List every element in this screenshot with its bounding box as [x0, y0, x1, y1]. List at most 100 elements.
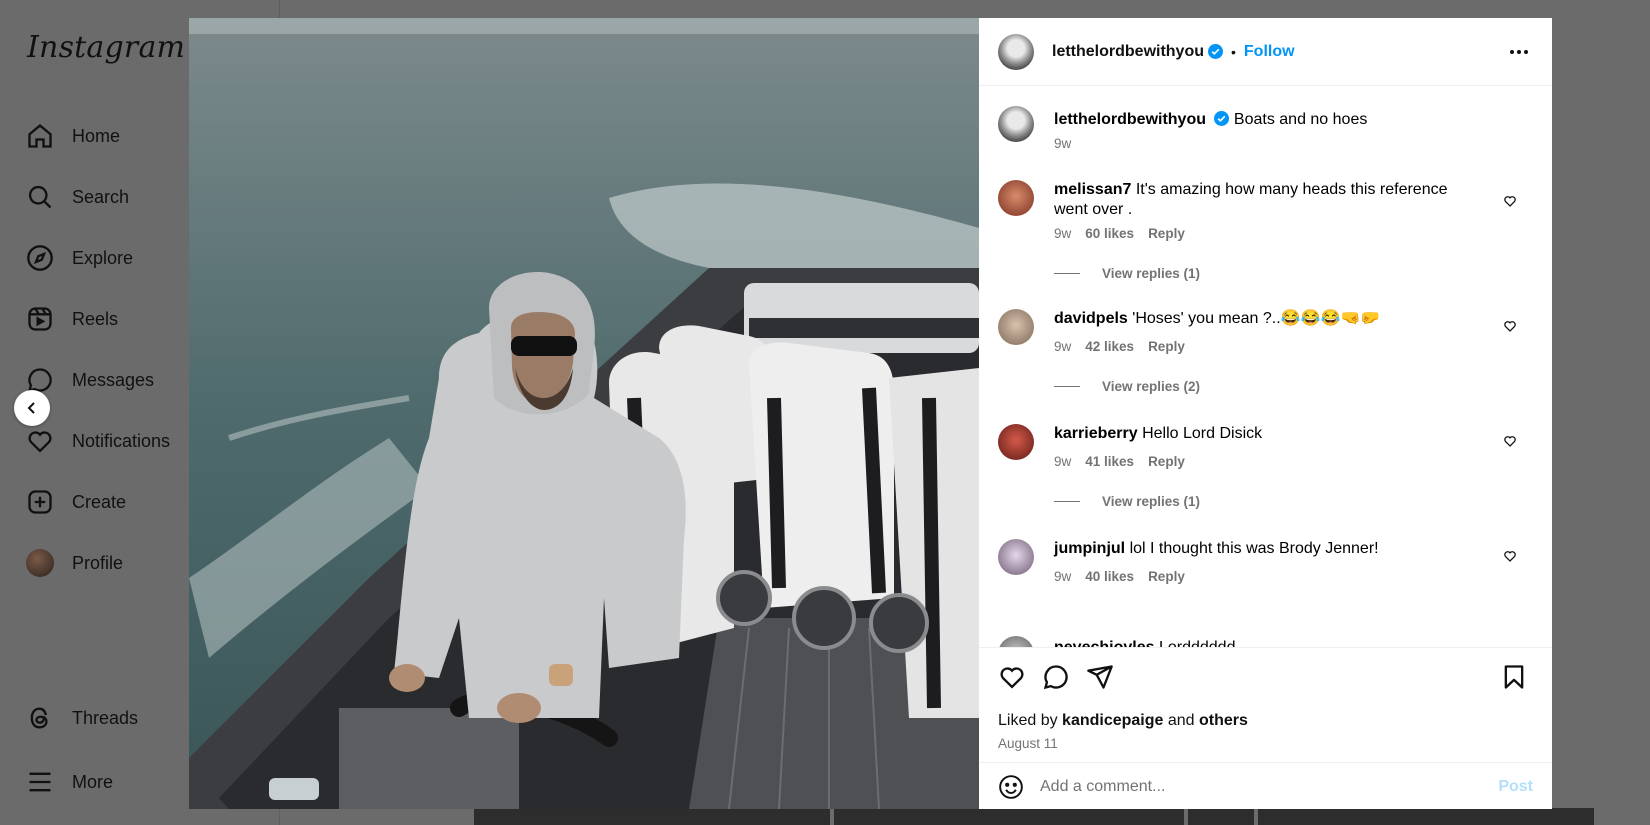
more-options-icon[interactable] [1508, 42, 1530, 62]
threads-icon [30, 707, 48, 729]
view-replies-button[interactable]: View replies (1) [1054, 494, 1200, 509]
nav-messages-label: Messages [72, 369, 155, 390]
nav-threads[interactable]: Threads [26, 698, 138, 738]
background-feed-strip [474, 808, 1594, 825]
replies-line [1054, 386, 1080, 387]
post-comment-button[interactable]: Post [1498, 778, 1533, 796]
comment-avatar[interactable] [998, 424, 1034, 460]
caption-text-row: letthelordbewithyou Boats and no hoes [1054, 110, 1484, 130]
post-photo[interactable] [189, 18, 979, 809]
replies-line [1054, 273, 1080, 274]
comment-username[interactable]: melissan7 [1054, 181, 1131, 198]
verified-badge-icon [1214, 111, 1230, 126]
view-replies-label: View replies (1) [1102, 494, 1201, 509]
nav-create[interactable]: Create [26, 482, 126, 522]
previous-post-button[interactable] [14, 390, 50, 426]
comment-text: 'Hoses' you mean ?..😂😂😂🤜🤛 [1132, 310, 1381, 327]
comment-text-row: karrieberry Hello Lord Disick [1054, 424, 1484, 444]
reply-button[interactable]: Reply [1148, 226, 1185, 241]
comment-username[interactable]: davidpels [1054, 310, 1128, 327]
comment-time[interactable]: 9w [1054, 569, 1071, 584]
nav-search[interactable]: Search [26, 177, 129, 217]
view-replies-button[interactable]: View replies (2) [1054, 379, 1200, 394]
comment-username[interactable]: nevechiovles [1054, 639, 1155, 647]
liked-by-summary: Liked by kandicepaige and others [998, 712, 1248, 730]
home-icon [28, 123, 52, 148]
nav-home[interactable]: Home [26, 116, 120, 156]
comment-meta: 9w 41 likes Reply [1054, 454, 1185, 469]
comment-username[interactable]: karrieberry [1054, 425, 1138, 442]
comment-time[interactable]: 9w [1054, 454, 1071, 469]
nav-notifications[interactable]: Notifications [26, 421, 170, 461]
menu-icon [29, 772, 51, 792]
add-comment-input[interactable] [1040, 777, 1470, 796]
like-comment-icon[interactable] [1503, 434, 1517, 448]
comment-avatar[interactable] [998, 539, 1034, 575]
nav-explore-label: Explore [72, 247, 134, 268]
liked-by-others[interactable]: others [1199, 712, 1248, 729]
author-avatar[interactable] [998, 33, 1034, 70]
profile-avatar [26, 549, 54, 577]
separator-dot: • [1231, 43, 1236, 60]
comment-likes[interactable]: 41 likes [1085, 454, 1134, 469]
nav-search-label: Search [72, 186, 130, 207]
liked-by-connector: and [1167, 712, 1195, 729]
comment-time[interactable]: 9w [1054, 339, 1071, 354]
nav-messages[interactable]: Messages [26, 360, 154, 400]
caption-meta: 9w [1054, 136, 1071, 151]
nav-threads-label: Threads [72, 707, 139, 728]
emoji-icon[interactable] [998, 774, 1024, 800]
comment-meta: 9w 42 likes Reply [1054, 339, 1185, 354]
comment-text: Hello Lord Disick [1142, 425, 1263, 442]
nav-more[interactable]: More [26, 762, 113, 802]
comment-likes[interactable]: 40 likes [1085, 569, 1134, 584]
comment-text-row: nevechiovles Lordddddd [1054, 638, 1484, 647]
post-date[interactable]: August 11 [998, 736, 1058, 751]
like-comment-icon[interactable] [1503, 194, 1517, 208]
reels-icon [28, 307, 52, 331]
comments-list[interactable]: letthelordbewithyou Boats and no hoes 9w… [979, 86, 1552, 647]
view-replies-label: View replies (2) [1102, 379, 1201, 394]
like-icon[interactable] [998, 663, 1026, 691]
plus-square-icon [28, 490, 52, 514]
caption-time[interactable]: 9w [1054, 136, 1071, 151]
comment-icon[interactable] [1042, 663, 1070, 691]
comment-likes[interactable]: 60 likes [1085, 226, 1134, 241]
nav-reels[interactable]: Reels [26, 299, 118, 339]
comment-text-row: melissan7 It's amazing how many heads th… [1054, 180, 1484, 220]
comment-avatar[interactable] [998, 309, 1034, 345]
author-username[interactable]: letthelordbewithyou [1052, 43, 1204, 61]
liked-by-user[interactable]: kandicepaige [1062, 712, 1163, 729]
comment-time[interactable]: 9w [1054, 226, 1071, 241]
comment-avatar[interactable] [998, 180, 1034, 216]
nav-profile-label: Profile [72, 552, 124, 573]
caption-text: Boats and no hoes [1233, 111, 1368, 128]
reply-button[interactable]: Reply [1148, 454, 1185, 469]
like-comment-icon[interactable] [1503, 549, 1517, 563]
nav-profile[interactable]: Profile [26, 543, 123, 583]
comment-text-row: jumpinjul lol I thought this was Brody J… [1054, 539, 1484, 559]
caption-username[interactable]: letthelordbewithyou [1054, 111, 1206, 128]
follow-button[interactable]: Follow [1244, 43, 1295, 61]
instagram-logo[interactable]: Instagram [27, 30, 185, 65]
comment-avatar[interactable] [998, 636, 1034, 647]
comment-likes[interactable]: 42 likes [1085, 339, 1134, 354]
reply-button[interactable]: Reply [1148, 339, 1185, 354]
comment-text: lol I thought this was Brody Jenner! [1129, 540, 1379, 557]
add-comment-bar: Post [979, 762, 1552, 810]
save-bookmark-icon[interactable] [1500, 663, 1528, 691]
nav-create-label: Create [72, 491, 127, 512]
nav-more-label: More [72, 771, 114, 792]
comment-meta: 9w 40 likes Reply [1054, 569, 1185, 584]
like-comment-icon[interactable] [1503, 319, 1517, 333]
explore-icon [27, 245, 53, 271]
verified-badge-icon [1208, 44, 1223, 59]
nav-explore[interactable]: Explore [26, 238, 133, 278]
nav-notifications-label: Notifications [72, 430, 171, 451]
caption-avatar[interactable] [998, 106, 1034, 142]
view-replies-button[interactable]: View replies (1) [1054, 266, 1200, 281]
comment-username[interactable]: jumpinjul [1054, 540, 1125, 557]
post-modal: letthelordbewithyou • Follow letthelordb… [189, 18, 1552, 809]
share-icon[interactable] [1086, 663, 1114, 691]
reply-button[interactable]: Reply [1148, 569, 1185, 584]
